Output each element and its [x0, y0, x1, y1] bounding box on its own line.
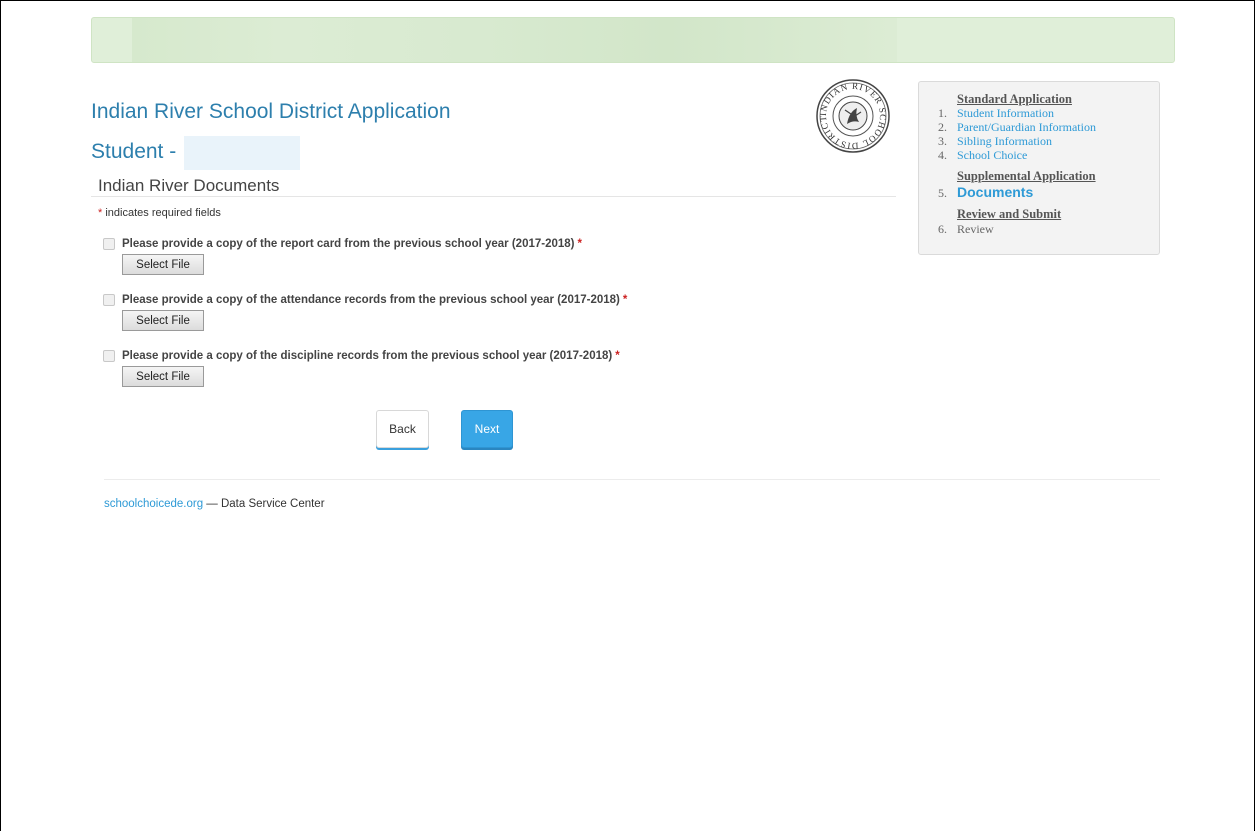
- step-active-label: Documents: [957, 184, 1034, 200]
- document-upload-attendance: Please provide a copy of the attendance …: [103, 294, 627, 331]
- top-banner: [91, 17, 1175, 63]
- footer-site-link[interactable]: schoolchoicede.org: [104, 498, 203, 510]
- select-file-button-report-card[interactable]: Select File: [122, 254, 204, 275]
- report-card-checkbox[interactable]: [103, 238, 115, 250]
- attendance-checkbox[interactable]: [103, 294, 115, 306]
- next-button[interactable]: Next: [461, 410, 513, 448]
- standard-application-heading[interactable]: Standard Application: [957, 92, 1072, 107]
- supplemental-application-heading[interactable]: Supplemental Application: [957, 169, 1096, 184]
- student-label: Student -: [91, 140, 177, 163]
- back-button[interactable]: Back: [376, 410, 429, 448]
- section-title: Indian River Documents: [98, 176, 280, 195]
- review-and-submit-heading[interactable]: Review and Submit: [957, 207, 1061, 222]
- report-card-label: Please provide a copy of the report card…: [122, 238, 575, 250]
- select-file-button-discipline[interactable]: Select File: [122, 366, 204, 387]
- step-link[interactable]: Parent/Guardian Information: [957, 120, 1096, 134]
- attendance-label: Please provide a copy of the attendance …: [122, 294, 620, 306]
- required-marker: *: [577, 238, 582, 250]
- step-school-choice[interactable]: 4. School Choice: [938, 148, 1027, 162]
- required-fields-note: * indicates required fields: [98, 207, 221, 219]
- student-name-redacted: [184, 136, 300, 170]
- step-parent-guardian-information[interactable]: 2. Parent/Guardian Information: [938, 120, 1096, 134]
- required-marker: *: [622, 294, 628, 306]
- step-documents-active[interactable]: 5. Documents: [938, 185, 1033, 200]
- discipline-label: Please provide a copy of the discipline …: [122, 350, 613, 362]
- step-student-information[interactable]: 1. Student Information: [938, 106, 1054, 120]
- required-marker: *: [615, 350, 620, 362]
- footer-text: — Data Service Center: [203, 498, 325, 510]
- required-note-text: indicates required fields: [105, 207, 221, 219]
- step-label: Review: [957, 222, 994, 236]
- page-title: Indian River School District Application: [91, 100, 451, 123]
- required-marker: *: [98, 207, 103, 219]
- select-file-button-attendance[interactable]: Select File: [122, 310, 204, 331]
- footer: schoolchoicede.org — Data Service Center: [104, 498, 325, 510]
- section-divider: [91, 196, 896, 197]
- footer-divider: [104, 479, 1160, 480]
- document-upload-report-card: Please provide a copy of the report card…: [103, 238, 582, 275]
- document-upload-discipline: Please provide a copy of the discipline …: [103, 350, 620, 387]
- step-link[interactable]: Student Information: [957, 106, 1054, 120]
- discipline-checkbox[interactable]: [103, 350, 115, 362]
- step-sibling-information[interactable]: 3. Sibling Information: [938, 134, 1052, 148]
- district-seal-logo: INDIAN RIVER SCHOOL DISTRICT: [816, 79, 890, 153]
- step-link[interactable]: School Choice: [957, 148, 1027, 162]
- banner-redacted-content: [132, 18, 897, 62]
- step-review: 6. Review: [938, 222, 994, 236]
- application-steps-sidebar: Standard Application 1. Student Informati…: [918, 81, 1160, 255]
- step-link[interactable]: Sibling Information: [957, 134, 1052, 148]
